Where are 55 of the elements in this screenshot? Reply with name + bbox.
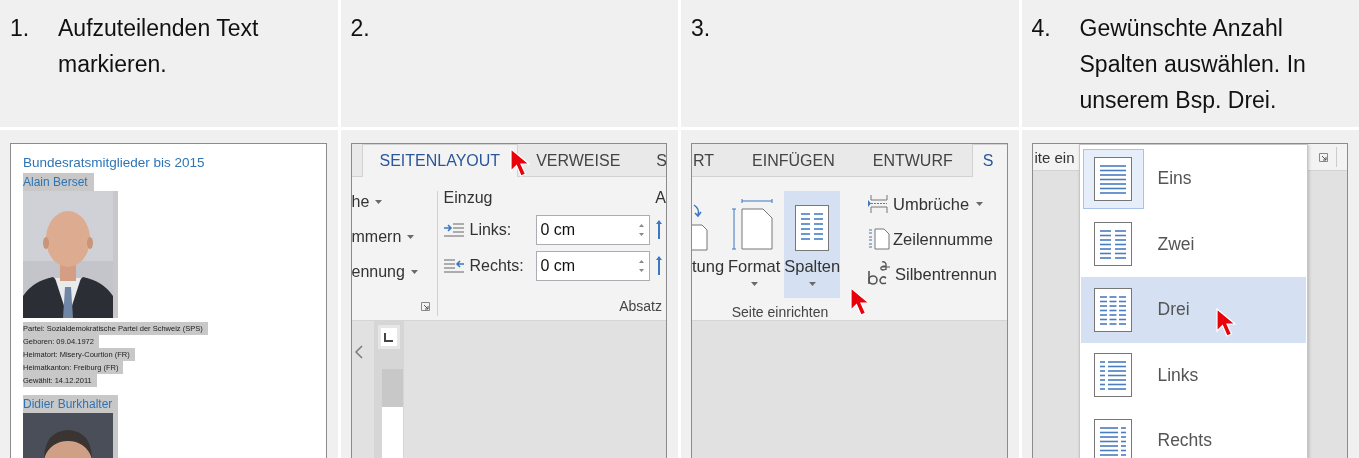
- tab-stop-icon: [384, 332, 393, 342]
- menu-item[interactable]: Zwei: [1080, 211, 1306, 277]
- chevron-left-icon[interactable]: [354, 345, 363, 359]
- spinner-icon[interactable]: [637, 223, 645, 237]
- spin-field[interactable]: 0 cm: [535, 251, 650, 281]
- ribbon-button[interactable]: tung: [692, 191, 724, 298]
- ribbon-button[interactable]: Spalten: [784, 191, 841, 298]
- dialog-launcher-icon[interactable]: [420, 302, 430, 311]
- step-text: Gewünschte Anzahl Spalten auswählen. In unserem Bsp. Drei.: [1079, 14, 1307, 115]
- ribbon-button[interactable]: Silbentrennun: [868, 261, 997, 287]
- spin-field[interactable]: 0 cm: [535, 215, 650, 245]
- spinner-icon[interactable]: [637, 259, 645, 273]
- cursor-icon: [1215, 308, 1238, 338]
- indent-left-icon: [443, 223, 464, 237]
- ribbon-tab[interactable]: RT: [692, 144, 734, 176]
- line-numbers-icon: [868, 228, 890, 250]
- menu-item[interactable]: Eins: [1080, 146, 1306, 212]
- ribbon-button[interactable]: Umbrüche: [868, 191, 997, 217]
- group-heading: Einzug: [443, 188, 493, 208]
- ribbon-tab[interactable]: SEITENLAYOUT: [361, 144, 519, 177]
- step-number: 1.: [10, 14, 31, 43]
- person-name: Alain Berset: [23, 173, 94, 191]
- menu-item[interactable]: Drei: [1080, 277, 1306, 343]
- menu-item[interactable]: Links: [1080, 342, 1306, 408]
- field-label: Links:: [469, 221, 513, 239]
- group-heading: A: [655, 188, 666, 208]
- ribbon-button[interactable]: Format: [728, 191, 781, 298]
- hyphenation-icon: [868, 261, 892, 287]
- ribbon-tab[interactable]: ENTWURF: [853, 144, 972, 176]
- ribbon-tab[interactable]: S: [638, 144, 666, 176]
- ribbon-tab[interactable]: EINFÜGEN: [733, 144, 854, 176]
- menu-item[interactable]: Rechts: [1080, 408, 1306, 458]
- dialog-launcher-icon[interactable]: [1319, 152, 1328, 162]
- document-title: Bundesratsmitglieder bis 2015: [23, 154, 206, 172]
- step-number: 2.: [350, 14, 371, 43]
- step-number: 4.: [1031, 14, 1052, 43]
- page-break-icon: [868, 194, 890, 214]
- columns-icon: [795, 205, 830, 251]
- step-number: 3.: [691, 14, 712, 43]
- group-label: Absatz: [619, 298, 662, 314]
- tab-selector[interactable]: [377, 325, 400, 349]
- person-name: Didier Burkhalter: [23, 395, 119, 413]
- ribbon-tab[interactable]: S: [971, 144, 1007, 177]
- spacing-icon: [655, 220, 662, 240]
- ribbon-button[interactable]: Zeilennumme: [868, 226, 997, 252]
- field-label: Rechts:: [469, 257, 525, 275]
- ribbon-button[interactable]: mmern: [351, 226, 437, 248]
- spacing-icon: [655, 256, 662, 276]
- cursor-icon: [850, 287, 872, 317]
- ribbon-button[interactable]: ennung: [351, 261, 437, 283]
- ribbon-button[interactable]: he: [351, 191, 437, 213]
- group-label: Seite einrichten: [730, 304, 830, 320]
- step-text: Aufzuteilenden Text markieren.: [58, 14, 260, 79]
- group-label: ite ein: [1034, 148, 1075, 166]
- indent-right-icon: [443, 259, 464, 273]
